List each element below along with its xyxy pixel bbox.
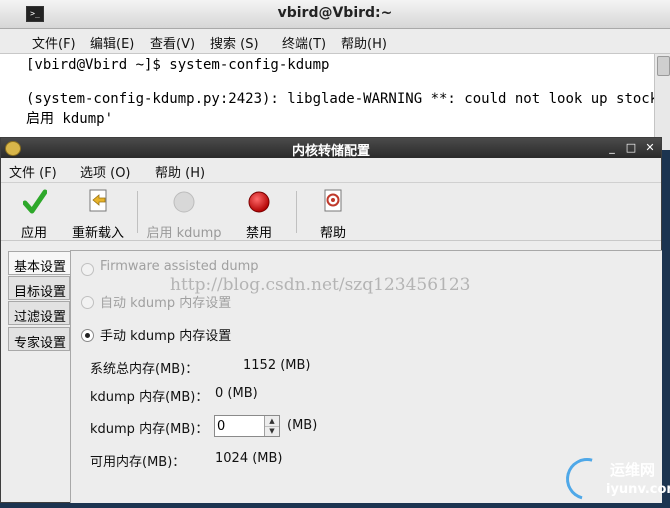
tab-target[interactable]: 目标设置 [8, 276, 70, 300]
kdump-title: 内核转储配置 [291, 144, 370, 159]
enable-kdump-button[interactable]: 启用 kdump [143, 183, 225, 241]
terminal-menu-file[interactable]: 文件(F) [32, 33, 76, 52]
disable-label: 禁用 [245, 226, 272, 241]
firmware-dump-label: Firmware assisted dump [100, 259, 259, 274]
watermark-text: http://blog.csdn.net/szq123456123 [170, 275, 471, 295]
reload-label: 重新载入 [71, 226, 124, 241]
kdump-menu-help[interactable]: 帮助 (H) [155, 162, 205, 181]
total-memory-value: 1152 (MB) [243, 358, 311, 373]
terminal-line: (system-config-kdump.py:2423): libglade-… [26, 91, 670, 107]
manual-memory-radio[interactable] [81, 329, 94, 342]
terminal-menu-edit[interactable]: 编辑(E) [90, 33, 134, 52]
terminal-menu-help[interactable]: 帮助(H) [341, 33, 387, 52]
help-label: 帮助 [319, 226, 346, 241]
kdump-memory-stepper[interactable]: ▲ ▼ [214, 415, 280, 437]
kdump-memory-input[interactable] [217, 418, 263, 434]
stepper-down-icon[interactable]: ▼ [265, 426, 279, 436]
kdump-titlebar[interactable]: 内核转储配置 _ □ ✕ [1, 138, 661, 159]
tab-expert[interactable]: 专家设置 [8, 327, 70, 351]
disable-button[interactable]: 禁用 [235, 183, 283, 241]
tab-filter[interactable]: 过滤设置 [8, 301, 70, 325]
available-memory-label: 可用内存(MB)： [90, 455, 186, 470]
help-button[interactable]: 帮助 [309, 183, 357, 241]
logo-swirl-icon [558, 450, 616, 508]
terminal-window: >_ vbird@Vbird:~ 文件(F) 编辑(E) 查看(V) 搜索 (S… [0, 0, 670, 150]
tab-basic[interactable]: 基本设置 [8, 251, 72, 275]
terminal-menu-terminal[interactable]: 终端(T) [282, 33, 326, 52]
total-memory-label: 系统总内存(MB)： [90, 362, 199, 377]
toolbar-separator [296, 191, 297, 233]
manual-memory-label: 手动 kdump 内存设置 [100, 329, 232, 344]
logo-line1: 运维网 [610, 461, 656, 479]
close-icon[interactable]: ✕ [643, 141, 657, 154]
kdump-menu-options[interactable]: 选项 (O) [80, 162, 131, 181]
kdump-memory-value: 0 (MB) [215, 386, 258, 401]
reload-icon [89, 189, 107, 212]
terminal-menu-view[interactable]: 查看(V) [150, 33, 195, 52]
scroll-thumb[interactable] [657, 56, 670, 76]
terminal-scrollbar[interactable] [654, 54, 670, 150]
kdump-memory-label: kdump 内存(MB)： [90, 390, 209, 405]
terminal-titlebar[interactable]: >_ vbird@Vbird:~ [0, 0, 670, 29]
site-logo: 运维网 iyunv.com [558, 450, 670, 508]
reload-button[interactable]: 重新载入 [67, 183, 129, 241]
enable-kdump-label: 启用 kdump [146, 226, 222, 241]
terminal-line: 启用 kdump' [26, 111, 114, 127]
logo-line2: iyunv.com [606, 482, 670, 497]
checkmark-icon [23, 189, 47, 214]
terminal-title: vbird@Vbird:~ [277, 5, 393, 21]
kdump-menubar: 文件 (F) 选项 (O) 帮助 (H) [1, 158, 661, 183]
stepper-arrows: ▲ ▼ [264, 416, 279, 436]
apply-button[interactable]: 应用 [9, 183, 59, 241]
terminal-output[interactable]: [vbird@Vbird ~]$ system-config-kdump (sy… [0, 54, 670, 150]
auto-memory-radio[interactable] [81, 296, 94, 309]
kdump-memory-input-label: kdump 内存(MB)： [90, 422, 209, 437]
terminal-menubar: 文件(F) 编辑(E) 查看(V) 搜索 (S) 终端(T) 帮助(H) [0, 29, 670, 54]
kdump-toolbar: 应用 重新载入 启用 kdump 禁用 帮助 [1, 183, 661, 241]
kdump-menu-file[interactable]: 文件 (F) [9, 162, 57, 181]
apply-label: 应用 [20, 226, 47, 241]
available-memory-value: 1024 (MB) [215, 451, 283, 466]
enable-icon [173, 191, 195, 213]
toolbar-separator [137, 191, 138, 233]
stop-icon [248, 191, 270, 213]
minimize-icon[interactable]: _ [605, 141, 619, 154]
firmware-dump-radio[interactable] [81, 263, 94, 276]
maximize-icon[interactable]: □ [624, 141, 638, 154]
kdump-memory-unit: (MB) [287, 418, 318, 433]
help-icon [324, 189, 342, 212]
terminal-line: [vbird@Vbird ~]$ system-config-kdump [26, 57, 330, 73]
terminal-menu-search[interactable]: 搜索 (S) [210, 33, 259, 52]
